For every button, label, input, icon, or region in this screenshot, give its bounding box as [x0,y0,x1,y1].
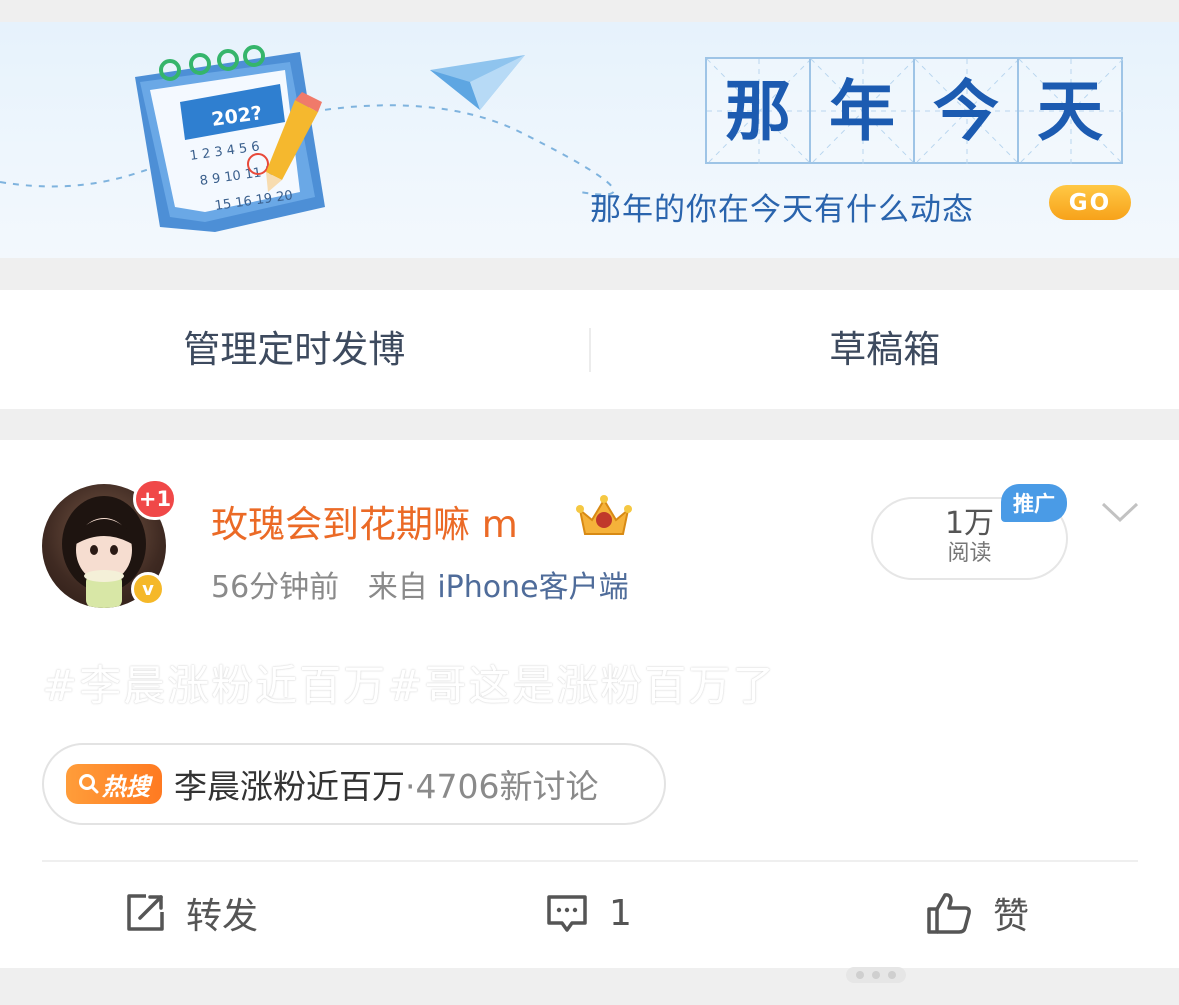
hot-search-topic: 李晨涨粉近百万·4706新讨论 [174,760,598,808]
drafts-button[interactable]: 草稿箱 [591,290,1179,409]
verified-badge: v [131,572,165,606]
repost-icon [127,894,164,931]
post-management-bar: 管理定时发博 草稿箱 [0,290,1179,409]
page: 202? 1 2 3 4 5 6 8 9 10 11 12 15 16 19 2… [0,0,1179,1005]
repost-button[interactable]: 转发 [124,888,258,938]
search-icon [79,774,99,794]
title-char: 那 [725,71,791,150]
comment-icon [547,895,587,932]
title-cell: 那 [705,57,811,164]
calendar-icon: 202? 1 2 3 4 5 6 8 9 10 11 12 15 16 19 2… [135,45,325,232]
go-button[interactable]: GO [1049,185,1131,220]
post-source[interactable]: iPhone客户端 [437,570,628,605]
title-cell: 今 [913,57,1019,164]
title-char: 年 [829,71,895,150]
title-char: 今 [933,71,999,150]
title-cell: 天 [1017,57,1123,164]
title-char: 天 [1037,71,1103,150]
post-meta: 56分钟前 来自 iPhone客户端 [211,562,629,606]
hot-topic-count: ·4706新讨论 [405,767,599,806]
hot-search-pill[interactable]: 热搜 李晨涨粉近百万·4706新讨论 [42,743,666,825]
author-name[interactable]: 玫瑰会到花期嘛 m [211,494,518,548]
scheduled-posts-button[interactable]: 管理定时发博 [0,290,589,409]
banner-title-grid: 那 年 今 天 [705,57,1129,164]
hot-topic-text: 李晨涨粉近百万 [174,767,405,806]
comment-button[interactable]: 1 [545,888,632,938]
title-cell: 年 [809,57,915,164]
divider [42,860,1138,862]
like-label: 赞 [993,896,1030,937]
memories-banner[interactable]: 202? 1 2 3 4 5 6 8 9 10 11 12 15 16 19 2… [0,22,1179,258]
hot-search-badge-label: 热搜 [102,772,150,801]
banner-subtitle: 那年的你在今天有什么动态 [590,192,974,228]
watermark [846,967,906,983]
thumbs-up-icon [927,893,971,934]
hot-search-badge: 热搜 [66,764,162,804]
source-prefix: 来自 [367,570,428,605]
promote-tag[interactable]: 推广 [1001,484,1067,522]
chevron-down-icon[interactable] [1100,500,1140,524]
read-count-label: 阅读 [947,541,992,566]
paper-plane-icon [430,55,525,110]
post-text[interactable]: #李晨涨粉近百万#哥这是涨粉百万了 [42,652,776,713]
repost-label: 转发 [186,896,259,937]
new-post-badge: +1 [133,478,177,520]
comment-count: 1 [609,892,632,934]
crown-icon [576,495,632,535]
like-button[interactable]: 赞 [925,888,1029,938]
post-time: 56分钟前 [211,570,340,605]
